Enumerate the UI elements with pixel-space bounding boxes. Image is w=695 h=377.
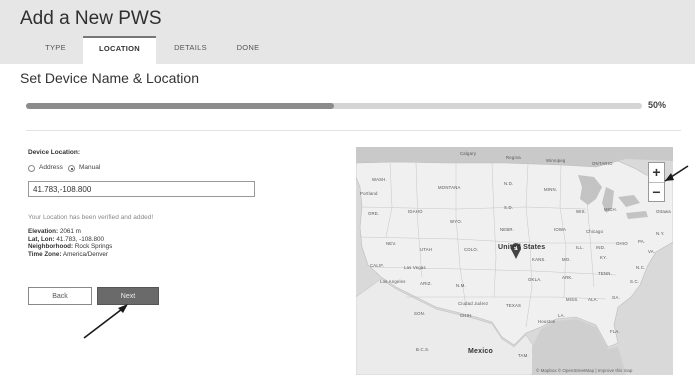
timezone-row: Time Zone: America/Denver: [28, 251, 112, 259]
map-label-country-label: United States: [498, 244, 546, 251]
map-label-nev: NEV.: [386, 241, 397, 246]
map-label-chih: CHIH.: [460, 313, 473, 318]
elevation-label: Elevation:: [28, 228, 59, 235]
map-label-ala: ALA.: [588, 297, 599, 302]
map-label-miss: MISS.: [566, 297, 579, 302]
map-label-minn: MINN.: [544, 187, 558, 192]
map-label-calif: CALIF.: [370, 263, 385, 268]
zoom-out-button[interactable]: −: [649, 183, 664, 202]
map-label-sd: S.D.: [504, 205, 514, 210]
map-label-ohio: OHIO: [616, 241, 628, 246]
map-label-nd: N.D.: [504, 181, 514, 186]
map-label-okla: OKLA.: [528, 277, 542, 282]
progress-percent: 50%: [648, 100, 667, 110]
tab-location[interactable]: LOCATION: [83, 36, 156, 64]
latlon-row: Lat, Lon: 41.783, -108.800: [28, 236, 112, 244]
map-label-texas: TEXAS: [506, 303, 522, 308]
timezone-label: Time Zone:: [28, 250, 62, 258]
map-label-ny: N.Y.: [656, 231, 665, 236]
next-button[interactable]: Next: [97, 287, 159, 305]
progress-bar: [26, 103, 642, 109]
manual-radio[interactable]: [68, 165, 75, 172]
map-label-mo: MO.: [562, 257, 571, 262]
map-label-los-angeles: Los Angeles: [380, 279, 406, 284]
address-radio-label[interactable]: Address: [39, 164, 63, 171]
page-title: Add a New PWS: [20, 8, 162, 29]
map-label-ky: KY.: [600, 255, 607, 260]
location-input[interactable]: [28, 181, 255, 197]
map-label-portland: Portland: [360, 191, 378, 196]
tab-details[interactable]: DETAILS: [163, 36, 218, 60]
map-label-mexico: Mexico: [468, 348, 493, 355]
device-location-label: Device Location:: [28, 149, 81, 156]
map-label-tenn: TENN.: [598, 271, 612, 276]
map-label-las-vegas: Las Vegas: [404, 265, 426, 270]
map-attribution[interactable]: © Mapbox © OpenStreetMap | Improve this …: [536, 368, 632, 373]
arrowhead-next: [118, 304, 128, 313]
neighborhood-row: Neighborhood: Rock Springs: [28, 243, 112, 251]
map-label-wyo: WYO.: [450, 219, 463, 224]
location-details: Elevation: 2061 m Lat, Lon: 41.783, -108…: [28, 228, 112, 258]
location-map[interactable]: Calgary Regina Winnipeg ONTARIO WASH. MONTANA…: [356, 147, 673, 375]
map-label-bcs: B.C.S.: [416, 347, 430, 352]
latlon-value: 41.783, -108.800: [56, 235, 104, 243]
map-label-calgary: Calgary: [460, 151, 477, 156]
back-button[interactable]: Back: [28, 287, 92, 305]
address-radio[interactable]: [28, 165, 35, 172]
neighborhood-label: Neighborhood:: [28, 243, 74, 251]
map-label-son: SON.: [414, 311, 426, 316]
map-label-ill: ILL.: [576, 245, 584, 250]
map-label-montana: MONTANA: [438, 185, 461, 190]
map-graphic: [356, 147, 673, 375]
progress-bar-fill: [26, 103, 334, 109]
map-label-iowa: IOWA: [554, 227, 567, 232]
divider: [26, 130, 681, 131]
neighborhood-value: Rock Springs: [74, 243, 113, 251]
map-label-winnipeg: Winnipeg: [546, 158, 566, 163]
map-label-tam: TAM.: [518, 353, 529, 358]
map-label-kans: KANS.: [532, 257, 546, 262]
map-label-ottawa: Ottawa: [656, 209, 671, 214]
elevation-value: 2061 m: [59, 228, 81, 235]
map-label-ontario: ONTARIO: [592, 161, 613, 166]
map-label-regina: Regina: [506, 155, 521, 160]
map-label-wash: WASH.: [372, 177, 387, 182]
map-label-nc: N.C.: [636, 265, 646, 270]
map-label-ariz: ARIZ.: [420, 281, 432, 286]
map-label-nebr: NEBR.: [500, 227, 515, 232]
map-label-wis: WIS.: [576, 209, 587, 214]
zoom-in-button[interactable]: +: [649, 163, 664, 183]
map-label-ciudad-juarez: Ciudad Juárez: [458, 301, 489, 306]
timezone-value: America/Denver: [62, 250, 109, 258]
map-label-ind: IND.: [596, 245, 606, 250]
map-label-sc: S.C.: [630, 279, 640, 284]
tab-type[interactable]: TYPE: [28, 36, 83, 60]
manual-radio-label[interactable]: Manual: [79, 164, 100, 171]
verified-message: Your Location has been verified and adde…: [28, 214, 154, 221]
map-label-chicago: Chicago: [586, 229, 604, 234]
map-label-va: VA.: [648, 249, 656, 254]
map-label-ark: ARK.: [562, 275, 573, 280]
tab-done[interactable]: DONE: [223, 36, 273, 60]
map-zoom-control: + −: [648, 162, 665, 202]
map-label-pa: PA.: [638, 239, 646, 244]
map-label-utah: UTAH: [420, 247, 433, 252]
map-label-mich: MICH.: [604, 207, 618, 212]
map-label-la: LA.: [558, 313, 566, 318]
elevation-row: Elevation: 2061 m: [28, 228, 112, 236]
map-label-houston: Houston: [538, 319, 556, 324]
section-heading: Set Device Name & Location: [20, 70, 199, 86]
map-label-nm: N.M.: [456, 283, 466, 288]
map-label-ore: ORE.: [368, 211, 380, 216]
latlon-label: Lat, Lon:: [28, 235, 55, 243]
map-label-fla: FLA.: [610, 329, 620, 334]
page-header: Add a New PWS TYPE LOCATION DETAILS DONE: [0, 0, 695, 64]
map-label-idaho: IDAHO: [408, 209, 423, 214]
map-label-colo: COLO.: [464, 247, 479, 252]
arrow-to-next-button: [83, 305, 127, 339]
map-label-ga: GA.: [612, 295, 621, 300]
